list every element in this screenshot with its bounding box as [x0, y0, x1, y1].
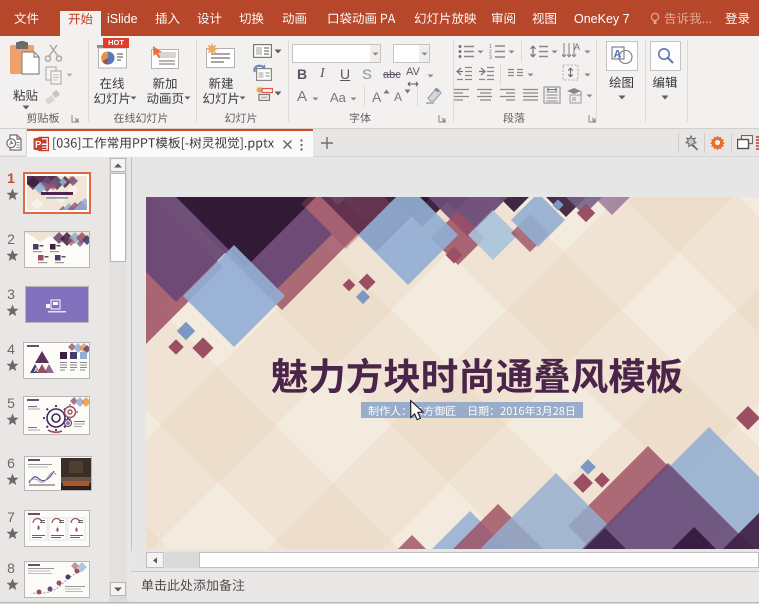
svg-text:A: A — [614, 49, 622, 61]
svg-text:A: A — [34, 368, 39, 374]
svg-text:P: P — [35, 140, 42, 151]
svg-text:A: A — [574, 42, 580, 52]
svg-text:3: 3 — [489, 55, 492, 59]
